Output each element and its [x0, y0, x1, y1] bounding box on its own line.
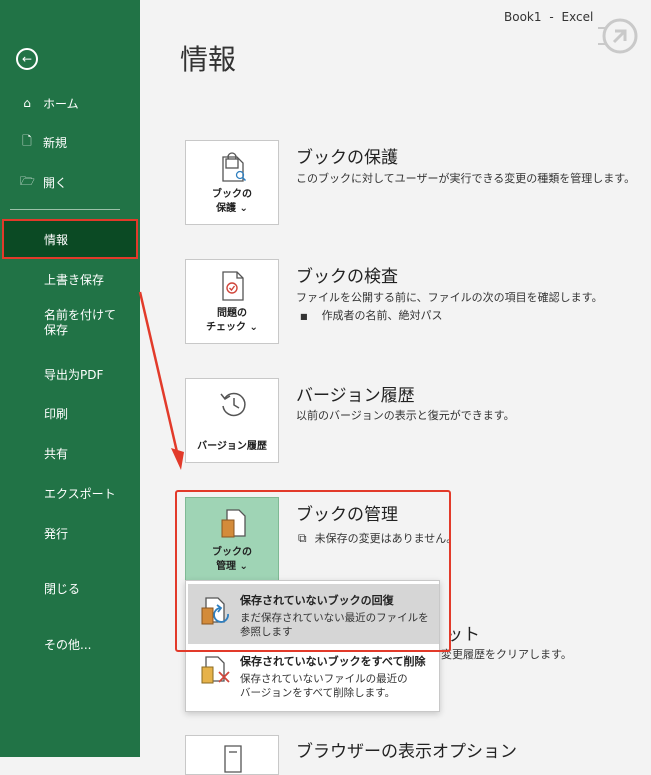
annotation-arrow-icon [138, 291, 184, 470]
